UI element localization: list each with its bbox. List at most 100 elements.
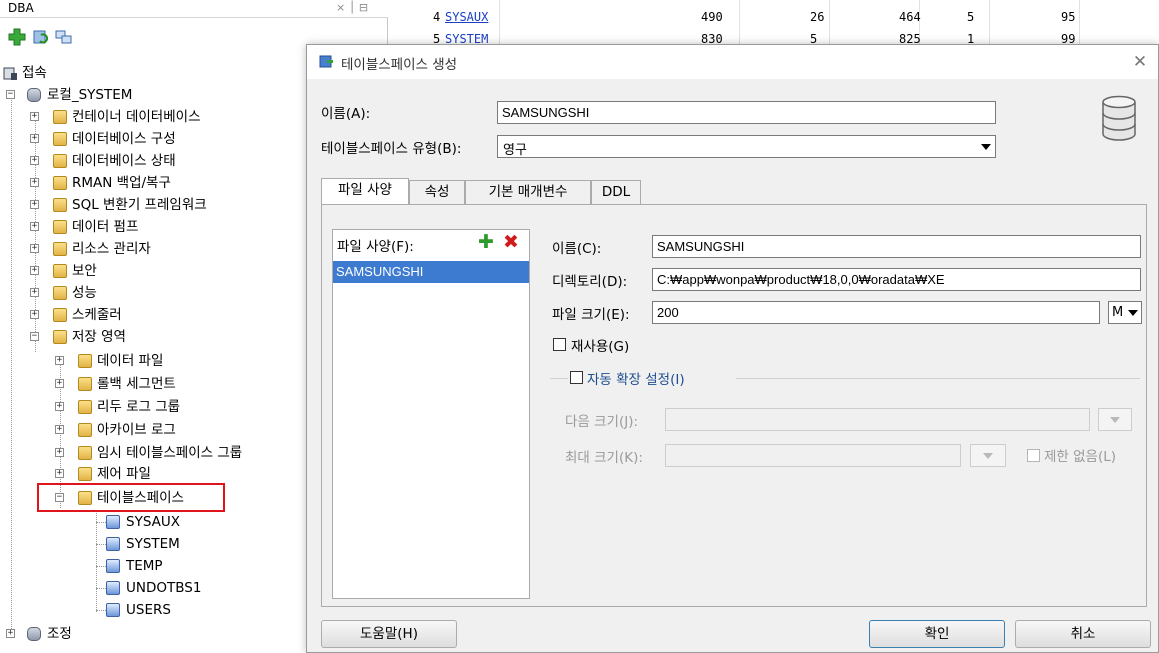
name-label: 이름(A): — [321, 106, 371, 122]
file-spec-list[interactable]: 파일 사양(F): ✚ ✖ SAMSUNGSHI — [332, 229, 530, 599]
folder-icon — [53, 132, 67, 146]
folder-icon — [53, 330, 67, 344]
expand-icon[interactable]: + — [55, 425, 64, 434]
filter-icon[interactable] — [55, 28, 73, 46]
tree-item-label: 리두 로그 그룹 — [97, 399, 181, 415]
tab-file-spec[interactable]: 파일 사양 — [321, 178, 409, 205]
expand-icon[interactable]: + — [55, 469, 64, 478]
dialog-title: 테이블스페이스 생성 — [341, 57, 458, 73]
folder-icon — [53, 198, 67, 212]
tablespace-grid: 4 SYSAUX 490 26 464 5 95 5 SYSTEM 830 5 … — [389, 0, 1159, 46]
expand-icon[interactable]: + — [55, 356, 64, 365]
folder-icon — [78, 400, 92, 414]
unlimited-checkbox[interactable] — [1027, 449, 1040, 462]
tree-item-label: 아카이브 로그 — [97, 422, 176, 438]
create-tablespace-dialog: 테이블스페이스 생성 ✕ 이름(A): SAMSUNGSHI 테이블스페이스 유… — [306, 44, 1159, 653]
close-icon[interactable]: ✕ — [1128, 51, 1152, 73]
expand-icon[interactable]: + — [55, 379, 64, 388]
folder-icon — [78, 354, 92, 368]
directory-label: 디렉토리(D): — [552, 274, 628, 290]
size-unit-select[interactable]: M — [1108, 301, 1142, 324]
add-connection-icon[interactable] — [8, 28, 26, 46]
expand-icon[interactable]: + — [30, 222, 39, 231]
expand-icon[interactable]: + — [30, 288, 39, 297]
folder-icon — [78, 446, 92, 460]
type-label: 테이블스페이스 유형(B): — [321, 141, 462, 157]
expand-icon[interactable]: + — [30, 310, 39, 319]
tablespace-label: UNDOTBS1 — [126, 580, 202, 596]
expand-icon[interactable]: + — [30, 200, 39, 209]
tree-item-label: 조정 — [47, 626, 72, 642]
tab-default-params[interactable]: 기본 매개변수 — [465, 180, 591, 204]
autoextend-label: 자동 확장 설정(I) — [587, 372, 685, 388]
table-row[interactable]: 4 SYSAUX 490 26 464 5 95 — [389, 6, 1159, 28]
expand-icon[interactable]: + — [30, 178, 39, 187]
directory-input[interactable]: C:₩app₩wonpa₩product₩18,0,0₩oradata₩XE — [652, 268, 1141, 291]
chevron-down-icon — [1128, 310, 1138, 316]
refresh-icon[interactable] — [32, 28, 50, 46]
tablespace-icon — [106, 537, 120, 551]
reuse-checkbox[interactable] — [553, 338, 566, 351]
tree-item-label: 저장 영역 — [72, 329, 126, 345]
expand-icon[interactable]: + — [55, 448, 64, 457]
tree-item-label: 스케줄러 — [72, 307, 122, 323]
expand-icon[interactable]: + — [30, 134, 39, 143]
tab-ddl[interactable]: DDL — [591, 180, 641, 204]
tree-item-label: 보안 — [72, 263, 97, 279]
tree-item-label: 컨테이너 데이터베이스 — [72, 109, 201, 125]
tablespace-icon — [106, 581, 120, 595]
tree-root-label: 로컬_SYSTEM — [47, 87, 133, 103]
folder-icon — [78, 377, 92, 391]
collapse-icon[interactable]: − — [30, 332, 39, 341]
chevron-down-icon — [983, 453, 993, 459]
ok-button[interactable]: 확인 — [869, 620, 1005, 648]
max-size-input[interactable] — [665, 444, 961, 467]
autoextend-checkbox[interactable] — [570, 371, 583, 384]
file-size-input[interactable]: 200 — [652, 301, 1100, 324]
dialog-titlebar: 테이블스페이스 생성 ✕ — [307, 45, 1158, 79]
delete-icon[interactable]: ✖ — [502, 233, 520, 252]
tablespace-icon — [106, 603, 120, 617]
tree-item-label: SQL 변환기 프레임워크 — [72, 197, 207, 213]
table-cell: 95 — [1061, 10, 1076, 24]
add-icon[interactable]: ✚ — [477, 233, 495, 252]
collapse-icon[interactable]: − — [6, 90, 15, 99]
folder-icon — [53, 176, 67, 190]
cancel-button[interactable]: 취소 — [1015, 620, 1151, 648]
folder-icon — [53, 154, 67, 168]
file-name-input[interactable]: SAMSUNGSHI — [652, 235, 1141, 258]
tree-item-label: 롤백 세그먼트 — [97, 376, 176, 392]
expand-icon[interactable]: + — [6, 629, 15, 638]
panel-controls[interactable]: × │ ⊟ — [336, 1, 368, 14]
tablespace-name-input[interactable]: SAMSUNGSHI — [497, 101, 996, 124]
connections-icon — [3, 67, 17, 80]
tablespace-label: SYSAUX — [126, 514, 180, 530]
tablespace-icon — [106, 515, 120, 529]
size-unit-value: M — [1112, 305, 1124, 320]
expand-icon[interactable]: + — [30, 112, 39, 121]
tree-item-label: 제어 파일 — [97, 466, 151, 482]
max-size-unit-select[interactable] — [970, 444, 1006, 467]
tablespace-type-select[interactable]: 영구 — [497, 135, 996, 158]
expand-icon[interactable]: + — [30, 244, 39, 253]
tree-item-label: 데이터 파일 — [97, 353, 164, 369]
expand-icon[interactable]: + — [30, 156, 39, 165]
tree-item-label: 데이터베이스 상태 — [72, 153, 176, 169]
folder-icon — [53, 110, 67, 124]
table-cell: 464 — [899, 10, 921, 24]
next-size-label: 다음 크기(J): — [565, 414, 639, 430]
expand-icon[interactable]: + — [30, 266, 39, 275]
folder-icon — [53, 242, 67, 256]
expand-icon[interactable]: + — [55, 402, 64, 411]
folder-icon — [53, 286, 67, 300]
list-item[interactable]: SAMSUNGSHI — [333, 261, 529, 283]
next-size-unit-select[interactable] — [1098, 408, 1132, 431]
tab-properties[interactable]: 속성 — [409, 180, 465, 204]
chevron-down-icon — [981, 144, 991, 150]
max-size-label: 최대 크기(K): — [565, 450, 643, 466]
dba-panel-header: DBA × │ ⊟ — [0, 0, 388, 18]
dba-panel-title: DBA — [8, 1, 34, 15]
next-size-input[interactable] — [665, 408, 1090, 431]
help-button[interactable]: 도움말(H) — [321, 620, 457, 648]
tablespace-link[interactable]: SYSAUX — [445, 10, 488, 24]
